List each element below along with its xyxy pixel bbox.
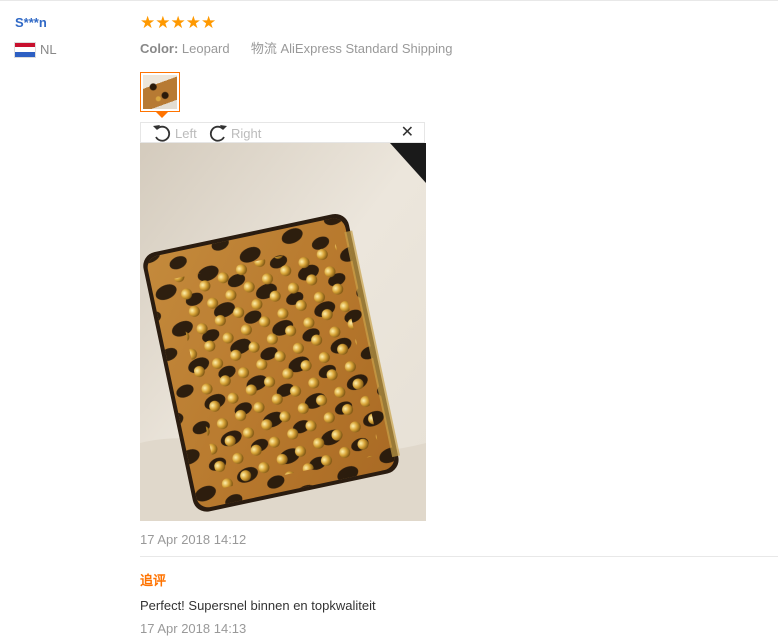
country-code: NL: [40, 42, 57, 57]
followup-text: Perfect! Supersnel binnen en topkwalitei…: [140, 598, 376, 613]
close-icon[interactable]: ✕: [401, 124, 414, 142]
star-icon: ★: [170, 13, 186, 32]
flag-nl-icon: [15, 42, 35, 57]
color-label: Color:: [140, 41, 179, 56]
followup-date: 17 Apr 2018 14:13: [140, 621, 247, 636]
photo-viewer-toolbar: Left Right ✕: [140, 122, 425, 143]
thumbnail-pointer-icon: [156, 112, 168, 118]
star-icon: ★: [155, 13, 171, 32]
reviewer-name: S***n: [15, 15, 47, 30]
star-icon: ★: [140, 13, 156, 32]
star-rating: ★ ★ ★ ★ ★: [140, 14, 216, 32]
shipping-method: 物流 AliExpress Standard Shipping: [250, 41, 453, 56]
followup-heading: 追评: [140, 573, 167, 588]
top-divider: [0, 0, 778, 1]
thumbnail-image: [143, 75, 177, 109]
review-meta: Color: Leopard 物流 AliExpress Standard Sh…: [140, 38, 452, 57]
review-date: 17 Apr 2018 14:12: [140, 532, 247, 547]
star-icon: ★: [185, 13, 201, 32]
review-photo-thumbnail[interactable]: [140, 72, 180, 112]
rotate-right-button[interactable]: Right: [207, 123, 261, 143]
reviewer-country: NL: [15, 42, 57, 57]
rotate-right-label: Right: [231, 125, 262, 141]
followup-divider: [140, 556, 778, 557]
rotate-right-icon: [209, 125, 227, 142]
rotate-left-label: Left: [175, 125, 197, 141]
star-icon: ★: [201, 13, 217, 32]
color-value: Leopard: [181, 41, 230, 56]
rotate-left-icon: [153, 125, 171, 142]
review-photo: [140, 143, 426, 521]
rotate-left-button[interactable]: Left: [151, 123, 197, 143]
